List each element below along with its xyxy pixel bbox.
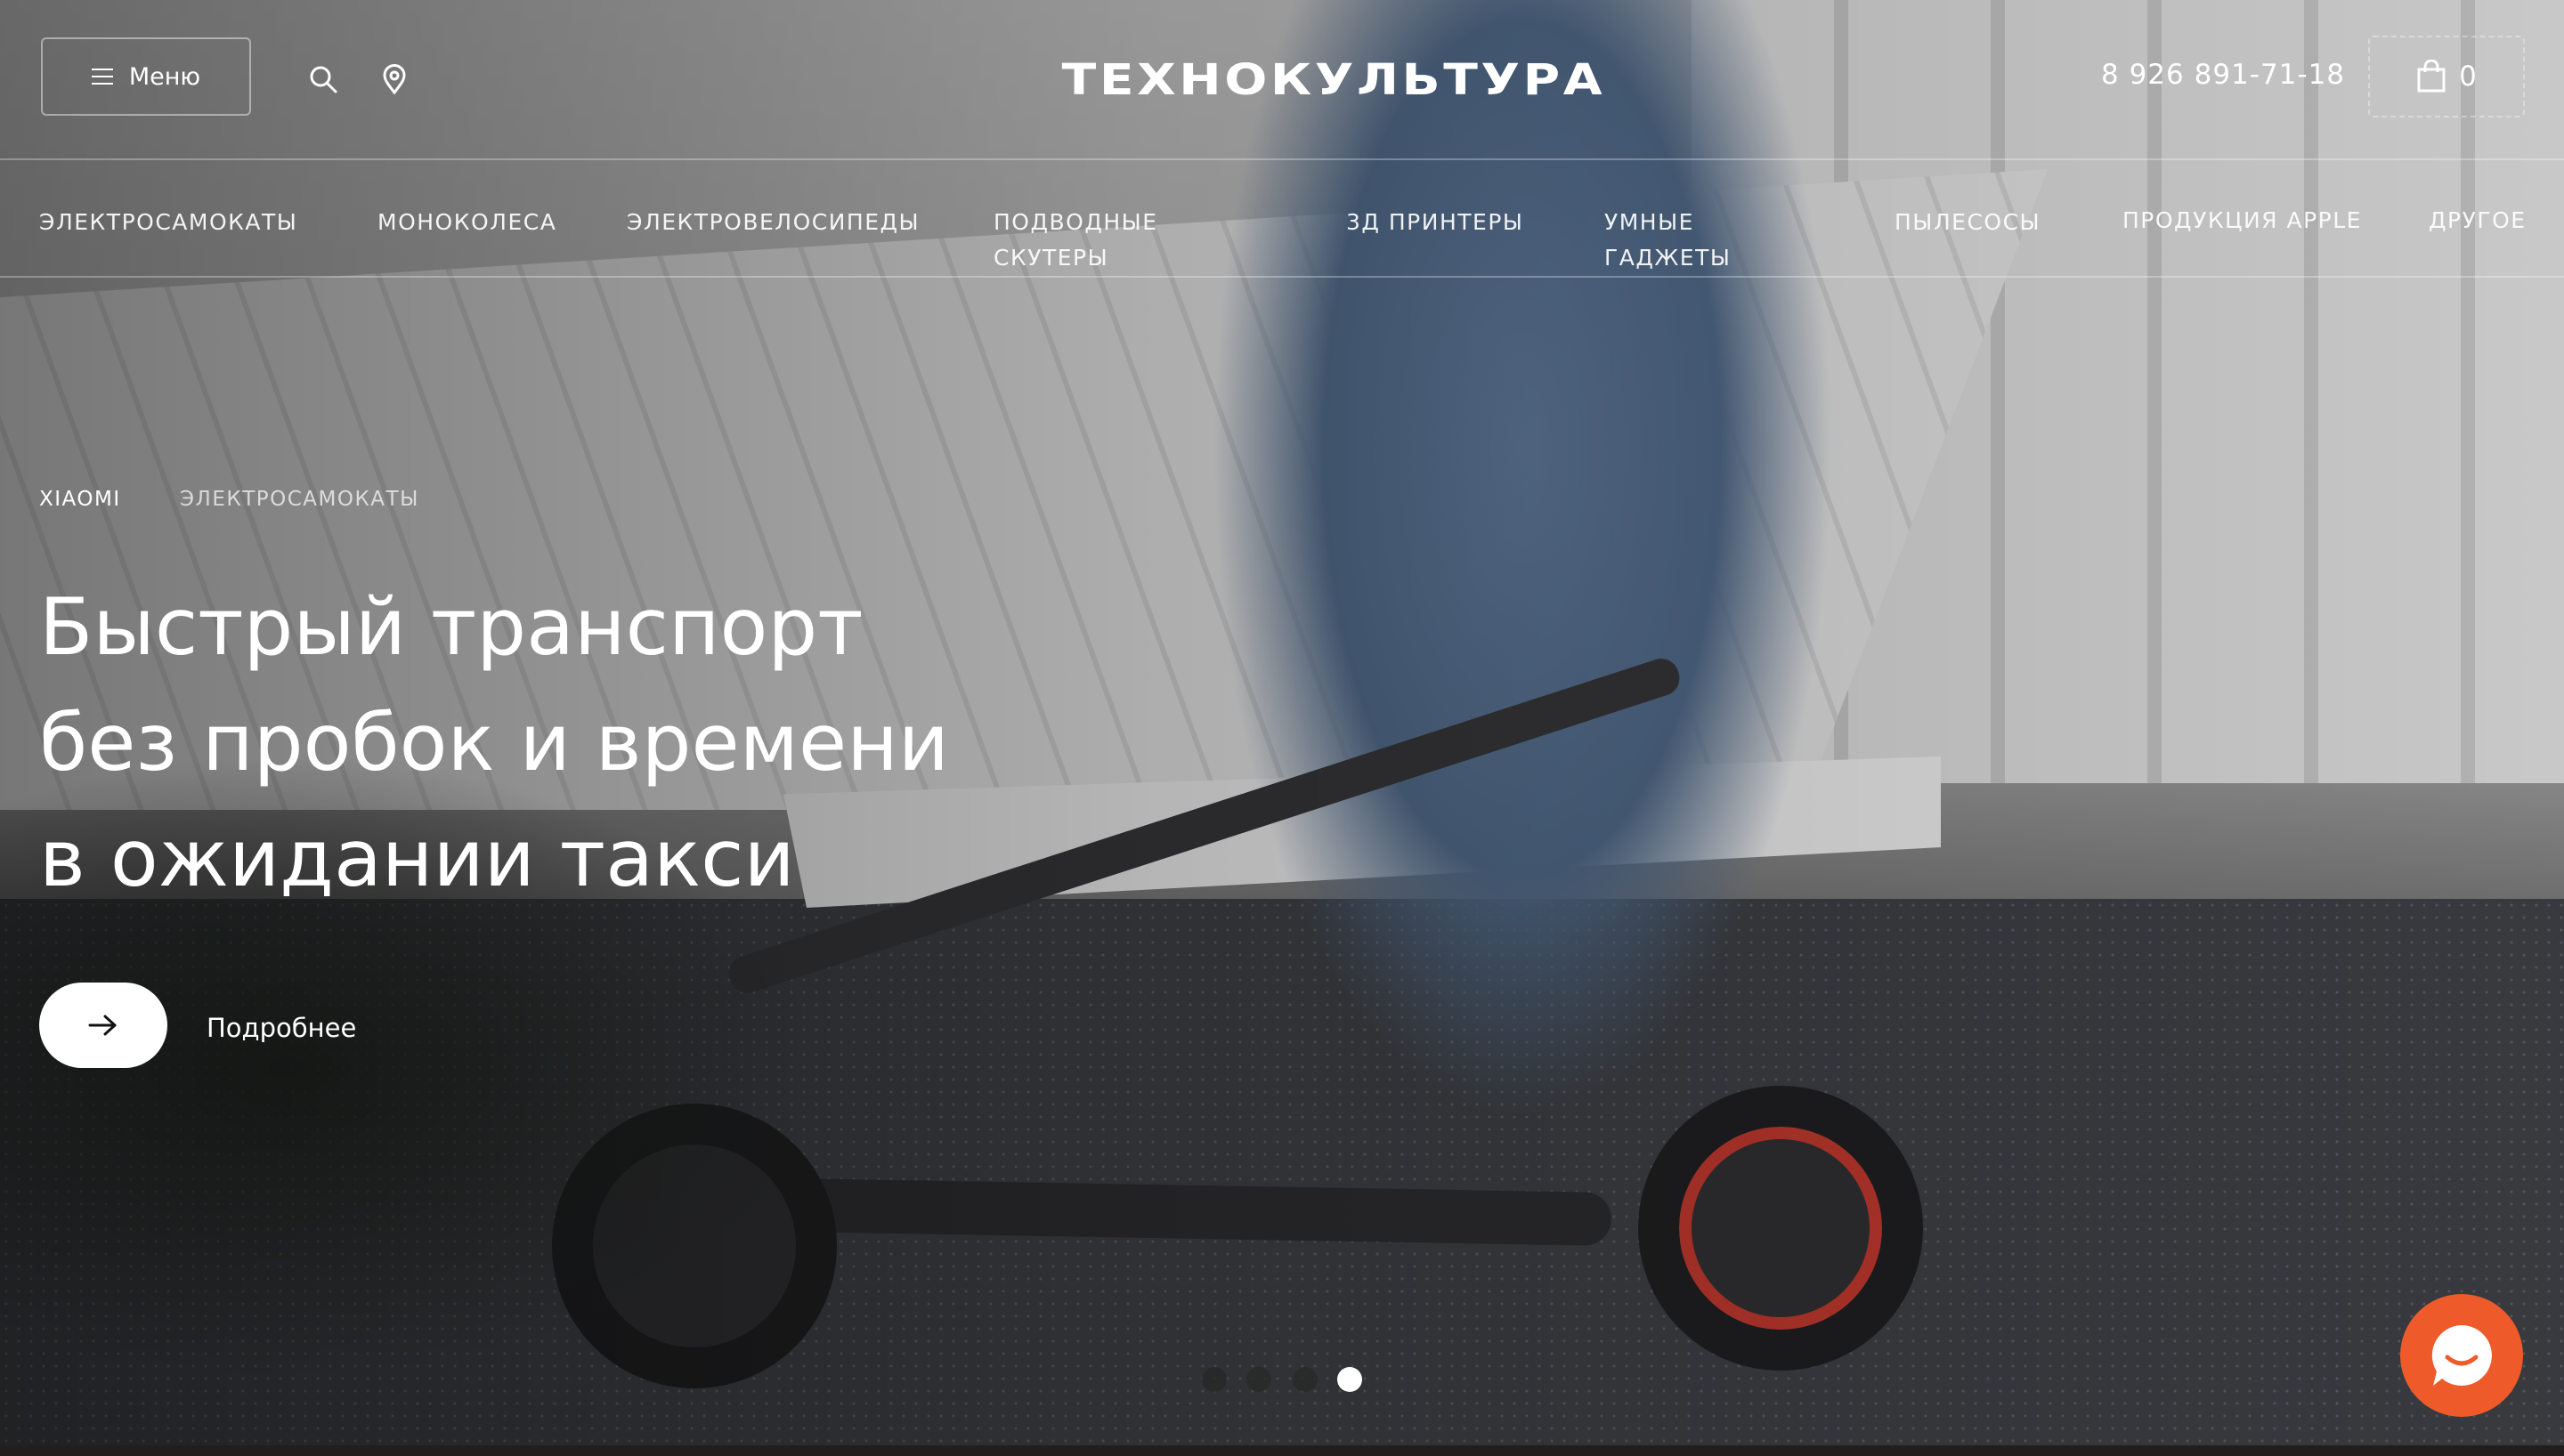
- nav-item-3d-printers[interactable]: 3Д ПРИНТЕРЫ: [1346, 205, 1523, 240]
- nav-item-vacuums[interactable]: ПЫЛЕСОСЫ: [1895, 205, 2041, 240]
- slider-dot-2[interactable]: [1246, 1367, 1271, 1392]
- slider-dot-3[interactable]: [1293, 1367, 1318, 1392]
- chat-smile-icon: [2431, 1325, 2492, 1386]
- site-logo[interactable]: ТЕХНОКУЛЬТУРА: [1002, 55, 1666, 105]
- cart-count: 0: [2459, 61, 2477, 93]
- nav-item-smart-gadgets[interactable]: УМНЫЕ ГАДЖЕТЫ: [1604, 205, 1782, 276]
- cart-button[interactable]: 0: [2368, 36, 2525, 117]
- menu-button[interactable]: Меню: [41, 37, 251, 116]
- shopping-bag-icon: [2417, 60, 2446, 93]
- slider-dot-4[interactable]: [1337, 1367, 1362, 1392]
- tag-category[interactable]: ЭЛЕКТРОСАМОКАТЫ: [180, 488, 419, 511]
- more-arrow-button[interactable]: [39, 983, 167, 1068]
- nav-item-other[interactable]: ДРУГОЕ: [2429, 203, 2527, 239]
- header-divider: [0, 158, 2564, 160]
- nav-item-scooters[interactable]: ЭЛЕКТРОСАМОКАТЫ: [39, 205, 297, 240]
- tag-brand[interactable]: XIAOMI: [39, 488, 121, 511]
- hero-headline: Быстрый транспорт без пробок и времени в…: [39, 570, 1108, 917]
- chat-widget-button[interactable]: [2400, 1294, 2523, 1417]
- nav-item-ebikes[interactable]: ЭЛЕКТРОВЕЛОСИПЕДЫ: [627, 205, 920, 240]
- headline-line-3: в ожидании такси: [39, 813, 795, 904]
- nav-item-underwater-scooters[interactable]: ПОДВОДНЫЕ СКУТЕРЫ: [994, 205, 1207, 276]
- headline-line-2: без пробок и времени: [39, 697, 949, 789]
- menu-icon: [91, 69, 113, 85]
- more-link[interactable]: Подробнее: [207, 1013, 356, 1043]
- nav-divider: [0, 276, 2564, 278]
- arrow-right-icon: [88, 1015, 117, 1036]
- bottom-strip: [0, 1445, 2564, 1456]
- headline-line-1: Быстрый транспорт: [39, 581, 864, 673]
- nav-item-monowheels[interactable]: МОНОКОЛЕСА: [377, 205, 556, 240]
- phone-number[interactable]: 8 926 891-71-18: [2101, 59, 2345, 91]
- nav-item-apple[interactable]: ПРОДУКЦИЯ APPLE: [2122, 203, 2362, 239]
- menu-label: Меню: [128, 62, 201, 91]
- slider-dot-1[interactable]: [1202, 1367, 1227, 1392]
- location-pin-icon[interactable]: [379, 64, 410, 94]
- search-icon[interactable]: [308, 64, 338, 94]
